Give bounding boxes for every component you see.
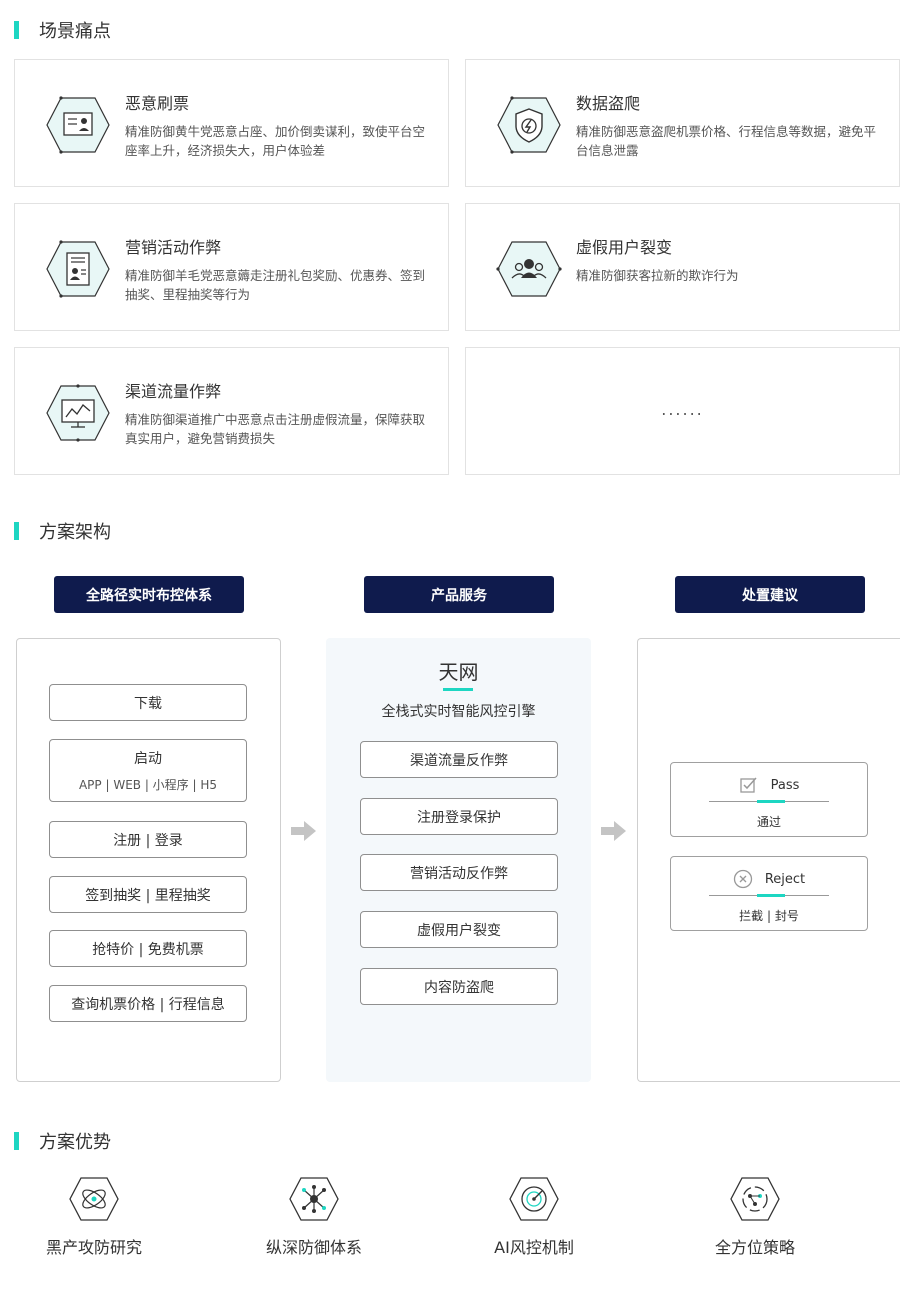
product-item-anti-scrape: 内容防盗爬 [360,968,558,1005]
result-label-en: Pass [770,777,800,793]
research-icon [69,1177,119,1221]
fake-user-icon [496,241,562,297]
pain-card-desc: 精准防御黄牛党恶意占座、加价倒卖谋利，致使平台空座率上升，经济损失大，用户体验差 [125,124,426,158]
pain-card-desc: 精准防御获客拉新的欺诈行为 [576,268,739,283]
pain-card-marketing-fraud: 营销活动作弊 精准防御羊毛党恶意薅走注册礼包奖励、优惠券、签到抽奖、里程抽奖等行… [14,203,449,331]
flow-step-label: 查询机票价格 | 行程信息 [71,996,225,1013]
pain-card-title: 虚假用户裂变 [576,238,673,257]
network-icon [289,1177,339,1221]
advantage-strategy: 全方位策略 [675,1176,835,1258]
more-placeholder: ...... [661,400,704,419]
flow-step-label: 下载 [134,695,162,712]
pain-card-channel-traffic: 渠道流量作弊 精准防御渠道推广中恶意点击注册虚假流量，保障获取真实用户，避免营销… [14,347,449,475]
advantage-ai: AI风控机制 [454,1176,614,1258]
result-label-cn: 拦截 | 封号 [739,909,799,923]
pain-card-desc: 精准防御恶意盗爬机票价格、行程信息等数据，避免平台信息泄露 [576,124,877,158]
result-label-en: Reject [764,871,806,887]
flow-step-label: 抢特价 | 免费机票 [92,941,204,958]
result-highlight [757,800,785,803]
flow-step-label: 启动 [134,751,162,767]
result-highlight [757,894,785,897]
flow-step-query: 查询机票价格 | 行程信息 [49,985,247,1022]
section-accent-bar [14,1132,19,1150]
advantage-research: 黑产攻防研究 [14,1176,174,1258]
column-header-disposal: 处置建议 [675,576,865,613]
flow-step-sub: APP | WEB | 小程序 | H5 [78,778,218,792]
pain-card-more: ...... [465,347,900,475]
advantage-label: 黑产攻防研究 [45,1238,142,1257]
product-item-register: 注册登录保护 [360,798,558,835]
pain-card-desc: 精准防御渠道推广中恶意点击注册虚假流量，保障获取真实用户，避免营销费损失 [125,412,426,446]
advantage-label: AI风控机制 [494,1238,574,1257]
pain-card-ticket-hoarding: 恶意刷票 精准防御黄牛党恶意占座、加价倒卖谋利，致使平台空座率上升，经济损失大，… [14,59,449,187]
section-title-pain-points: 场景痛点 [14,19,111,42]
flow-step-label: 签到抽奖 | 里程抽奖 [85,887,211,904]
advantage-label: 纵深防御体系 [265,1238,362,1257]
strategy-icon [730,1177,780,1221]
result-label-cn: 通过 [756,815,781,829]
flow-step-special-price: 抢特价 | 免费机票 [49,930,247,967]
product-item-fake-user: 虚假用户裂变 [360,911,558,948]
pain-card-desc: 精准防御羊毛党恶意薅走注册礼包奖励、优惠券、签到抽奖、里程抽奖等行为 [125,268,426,302]
check-icon [739,777,757,793]
advantage-network: 纵深防御体系 [234,1176,394,1258]
pain-card-title: 恶意刷票 [125,94,190,113]
arrow-right-icon [601,821,626,841]
pain-card-data-scraping: 数据盗爬 精准防御恶意盗爬机票价格、行程信息等数据，避免平台信息泄露 [465,59,900,187]
result-pass: Pass 通过 [670,762,868,837]
product-item-label: 注册登录保护 [417,809,501,826]
section-title-architecture: 方案架构 [14,520,111,543]
section-title-text: 方案架构 [39,522,111,543]
x-circle-icon [733,869,752,889]
flow-step-lottery: 签到抽奖 | 里程抽奖 [49,876,247,913]
product-name: 天网 [438,660,479,684]
column-header-product: 产品服务 [364,576,554,613]
flow-step-register-login: 注册 | 登录 [49,821,247,858]
pain-card-title: 营销活动作弊 [125,238,222,257]
product-name-underline [443,688,473,691]
advantage-label: 全方位策略 [714,1238,795,1257]
product-item-label: 渠道流量反作弊 [410,752,508,769]
ai-radar-icon [509,1177,559,1221]
marketing-fraud-icon [46,240,110,298]
channel-traffic-icon [46,384,110,442]
section-title-advantages: 方案优势 [14,1130,111,1153]
section-title-text: 方案优势 [39,1132,111,1153]
product-item-channel: 渠道流量反作弊 [360,741,558,778]
result-reject: Reject 拦截 | 封号 [670,856,868,931]
product-desc: 全栈式实时智能风控引擎 [381,704,536,720]
pain-card-title: 渠道流量作弊 [125,382,222,401]
flow-step-launch: 启动 APP | WEB | 小程序 | H5 [49,739,247,802]
section-title-text: 场景痛点 [39,21,111,42]
section-accent-bar [14,21,19,39]
column-header-monitoring: 全路径实时布控体系 [54,576,244,613]
product-item-label: 内容防盗爬 [424,979,494,996]
arrow-right-icon [291,821,316,841]
product-item-marketing: 营销活动反作弊 [360,854,558,891]
product-item-label: 虚假用户裂变 [417,922,501,939]
pain-card-title: 数据盗爬 [576,94,641,113]
ticket-hoarding-icon [46,96,110,154]
data-scraping-icon [497,96,561,154]
pain-card-fake-user: 虚假用户裂变 精准防御获客拉新的欺诈行为 [465,203,900,331]
flow-step-label: 注册 | 登录 [113,832,183,849]
flow-step-download: 下载 [49,684,247,721]
product-item-label: 营销活动反作弊 [410,865,508,882]
section-accent-bar [14,522,19,540]
